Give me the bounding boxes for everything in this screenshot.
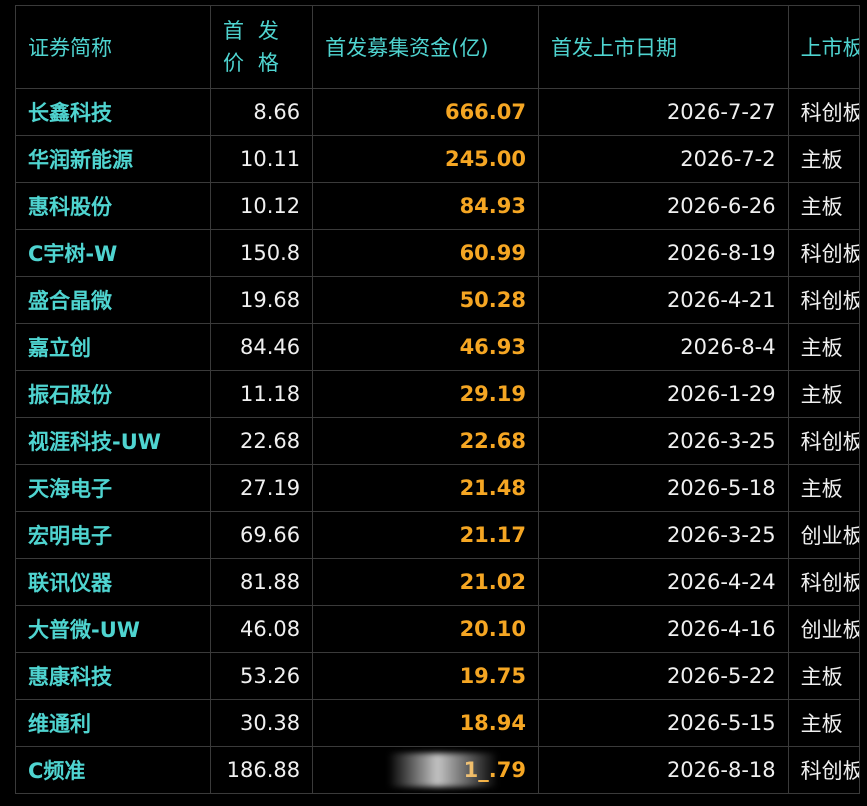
cell-board: 科创板 (787, 276, 861, 324)
table-row[interactable]: 盛合晶微 19.68 50.28 2026-4-21 科创板 (15, 276, 861, 324)
header-board[interactable]: 上市板 (787, 5, 861, 89)
table-row[interactable]: 维通利 30.38 18.94 2026-5-15 主板 (15, 699, 861, 747)
cell-name: 大普微-UW (15, 605, 211, 653)
table-row[interactable]: 视涯科技-UW 22.68 22.68 2026-3-25 科创板 (15, 417, 861, 465)
cell-funds: 21.17 (312, 511, 539, 559)
cell-name: C宇树-W (15, 229, 211, 277)
header-price[interactable]: 首发价格 (209, 5, 314, 89)
cell-funds: 245.00 (312, 135, 539, 183)
cell-date: 2026-8-4 (538, 323, 789, 371)
cell-funds: 666.07 (312, 88, 539, 136)
cell-board: 主板 (787, 699, 861, 747)
header-funds[interactable]: 首发募集资金(亿) (312, 5, 539, 89)
cell-funds: 50.28 (312, 276, 539, 324)
cell-funds: 19.75 (312, 652, 539, 700)
cell-board: 科创板 (787, 558, 861, 606)
table-row[interactable]: 联讯仪器 81.88 21.02 2026-4-24 科创板 (15, 558, 861, 606)
cell-date: 2026-4-16 (538, 605, 789, 653)
cell-price: 53.26 (209, 652, 314, 700)
header-name[interactable]: 证券简称 (15, 5, 211, 89)
table-row[interactable]: 惠康科技 53.26 19.75 2026-5-22 主板 (15, 652, 861, 700)
cell-price: 27.19 (209, 464, 314, 512)
table-row[interactable]: C频准186.881_.792026-8-18科创板 (15, 746, 861, 794)
cell-price: 19.68 (209, 276, 314, 324)
cell-board: 主板 (787, 135, 861, 183)
cell-board: 科创板 (787, 746, 861, 794)
header-row: 证券简称 首发价格 首发募集资金(亿) 首发上市日期 上市板 (15, 5, 861, 89)
cell-date: 2026-5-18 (538, 464, 789, 512)
obscured-overlay (388, 753, 498, 787)
cell-name: 天海电子 (15, 464, 211, 512)
cell-board: 科创板 (787, 417, 861, 465)
cell-price: 30.38 (209, 699, 314, 747)
cell-board: 主板 (787, 464, 861, 512)
cell-board: 主板 (787, 323, 861, 371)
cell-funds: 1_.79 (312, 746, 539, 794)
cell-name: 华润新能源 (15, 135, 211, 183)
cell-funds: 84.93 (312, 182, 539, 230)
cell-funds: 60.99 (312, 229, 539, 277)
cell-name: 惠科股份 (15, 182, 211, 230)
cell-funds: 46.93 (312, 323, 539, 371)
cell-price: 8.66 (209, 88, 314, 136)
table-row[interactable]: 长鑫科技 8.66 666.07 2026-7-27 科创板 (15, 88, 861, 136)
cell-funds: 21.48 (312, 464, 539, 512)
cell-board: 主板 (787, 652, 861, 700)
cell-price: 22.68 (209, 417, 314, 465)
cell-board: 创业板 (787, 511, 861, 559)
cell-name: 长鑫科技 (15, 88, 211, 136)
cell-funds: 21.02 (312, 558, 539, 606)
table-row[interactable]: 振石股份 11.18 29.19 2026-1-29 主板 (15, 370, 861, 418)
cell-name: 盛合晶微 (15, 276, 211, 324)
cell-funds: 22.68 (312, 417, 539, 465)
cell-date: 2026-6-26 (538, 182, 789, 230)
cell-price: 84.46 (209, 323, 314, 371)
cell-name: 嘉立创 (15, 323, 211, 371)
table-row[interactable]: 惠科股份 10.12 84.93 2026-6-26 主板 (15, 182, 861, 230)
cell-price: 186.88 (209, 746, 314, 794)
cell-date: 2026-3-25 (538, 511, 789, 559)
cell-price: 150.8 (209, 229, 314, 277)
cell-date: 2026-8-19 (538, 229, 789, 277)
cell-date: 2026-8-18 (538, 746, 789, 794)
table-row[interactable]: 嘉立创 84.46 46.93 2026-8-4 主板 (15, 323, 861, 371)
cell-name: 联讯仪器 (15, 558, 211, 606)
cell-date: 2026-5-15 (538, 699, 789, 747)
cell-price: 69.66 (209, 511, 314, 559)
cell-price: 11.18 (209, 370, 314, 418)
cell-name: C频准 (15, 746, 211, 794)
table-row[interactable]: C宇树-W 150.8 60.99 2026-8-19 科创板 (15, 229, 861, 277)
cell-date: 2026-7-27 (538, 88, 789, 136)
header-date[interactable]: 首发上市日期 (538, 5, 789, 89)
cell-date: 2026-3-25 (538, 417, 789, 465)
cell-date: 2026-4-24 (538, 558, 789, 606)
cell-date: 2026-1-29 (538, 370, 789, 418)
cell-board: 科创板 (787, 88, 861, 136)
cell-funds: 20.10 (312, 605, 539, 653)
cell-price: 81.88 (209, 558, 314, 606)
cell-funds: 29.19 (312, 370, 539, 418)
ipo-table: 证券简称 首发价格 首发募集资金(亿) 首发上市日期 上市板 长鑫科技 8.66 6… (15, 5, 861, 794)
cell-board: 科创板 (787, 229, 861, 277)
cell-price: 10.11 (209, 135, 314, 183)
table-row[interactable]: 宏明电子 69.66 21.17 2026-3-25 创业板 (15, 511, 861, 559)
table-row[interactable]: 大普微-UW 46.08 20.10 2026-4-16 创业板 (15, 605, 861, 653)
cell-name: 视涯科技-UW (15, 417, 211, 465)
cell-name: 维通利 (15, 699, 211, 747)
cell-price: 10.12 (209, 182, 314, 230)
cell-name: 宏明电子 (15, 511, 211, 559)
cell-funds: 18.94 (312, 699, 539, 747)
cell-name: 振石股份 (15, 370, 211, 418)
cell-date: 2026-4-21 (538, 276, 789, 324)
cell-board: 主板 (787, 182, 861, 230)
cell-date: 2026-5-22 (538, 652, 789, 700)
table-row[interactable]: 华润新能源 10.11 245.00 2026-7-2 主板 (15, 135, 861, 183)
table-row[interactable]: 天海电子 27.19 21.48 2026-5-18 主板 (15, 464, 861, 512)
cell-date: 2026-7-2 (538, 135, 789, 183)
cell-board: 主板 (787, 370, 861, 418)
cell-board: 创业板 (787, 605, 861, 653)
cell-price: 46.08 (209, 605, 314, 653)
cell-name: 惠康科技 (15, 652, 211, 700)
